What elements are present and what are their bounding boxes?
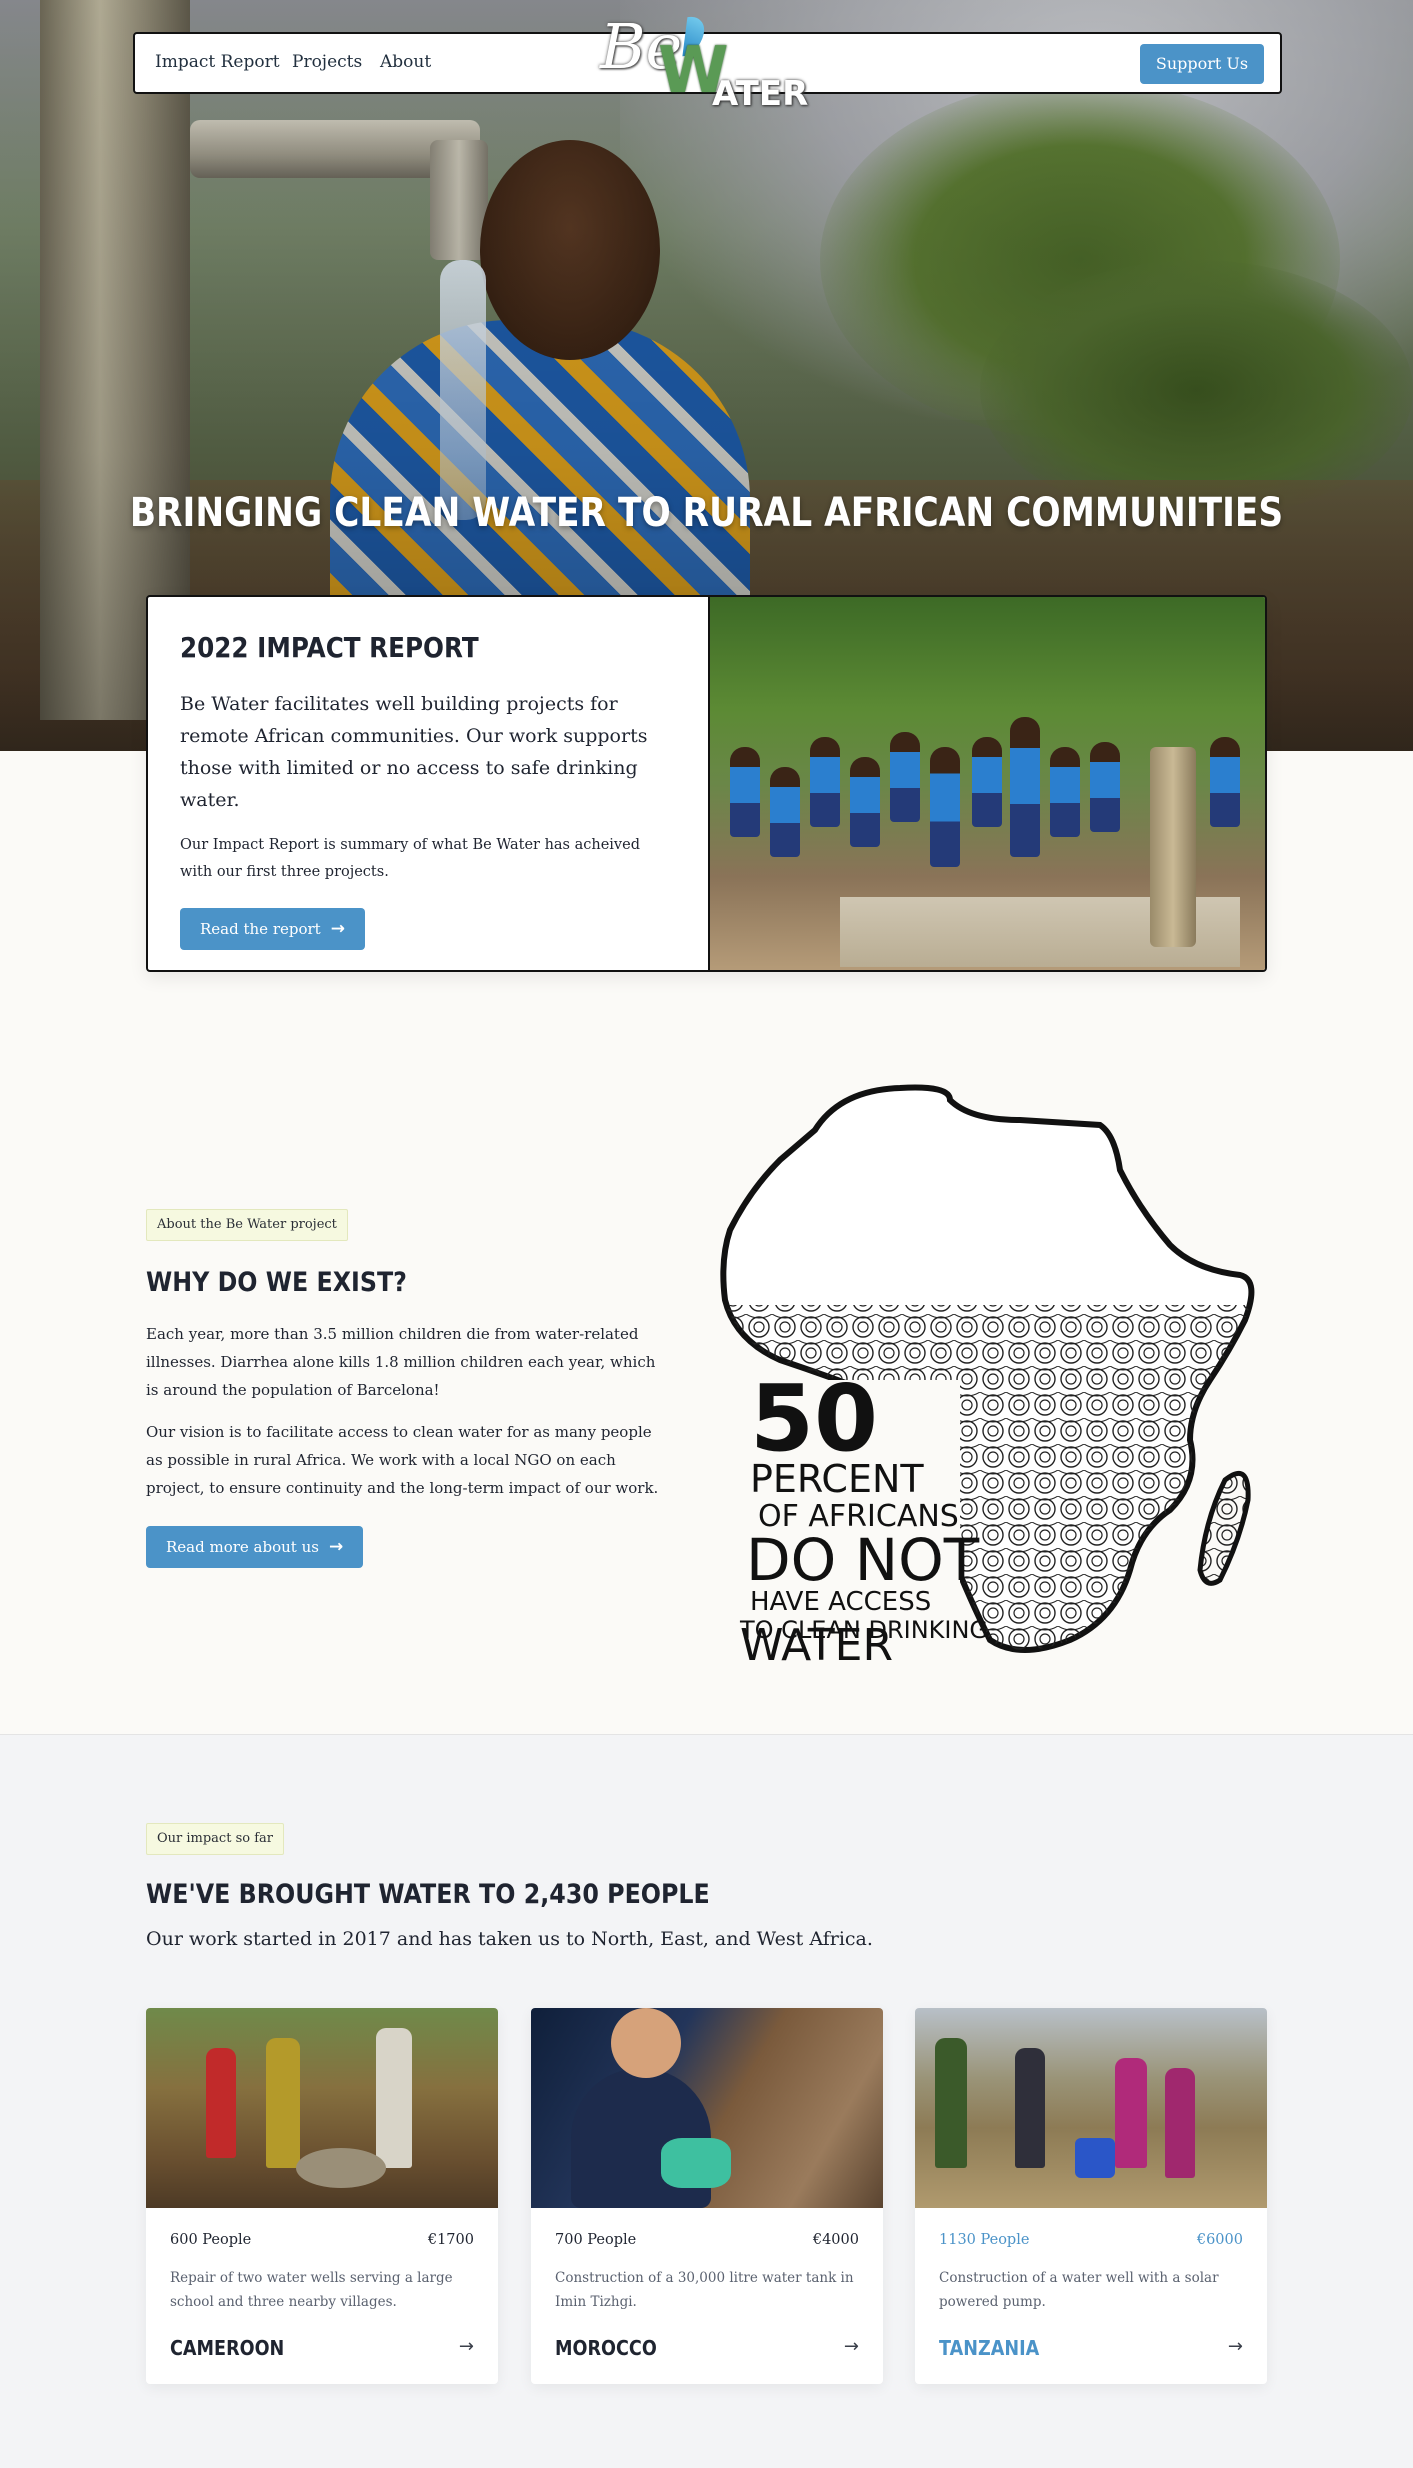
hero-title: BRINGING CLEAN WATER TO RURAL AFRICAN CO… (129, 490, 1284, 536)
nav-link-projects[interactable]: Projects (292, 52, 362, 72)
photo-child (850, 757, 880, 847)
logo-ater: ATER (712, 74, 809, 114)
project-card-cameroon[interactable]: 600 People €1700 Repair of two water wel… (146, 2008, 498, 2384)
impact-summary: Our impact so far WE'VE BROUGHT WATER TO… (146, 1823, 1267, 1950)
photo-person (1165, 2068, 1195, 2178)
project-cost: €4000 (812, 2232, 859, 2248)
be-water-logo[interactable]: Be W ATER (600, 10, 810, 120)
impact-report-lead: Be Water facilitates well building proje… (180, 693, 648, 811)
project-description: Construction of a water well with a sola… (939, 2270, 1219, 2310)
photo-child (890, 732, 920, 822)
nav-link-about[interactable]: About (380, 52, 431, 72)
arrow-right-icon: → (458, 2336, 474, 2357)
africa-illustration: 50 PERCENT OF AFRICANS DO NOT HAVE ACCES… (720, 1084, 1255, 1665)
about-heading: WHY DO WE EXIST? (146, 1267, 407, 1298)
arrow-right-icon: → (1227, 2336, 1243, 2357)
photo-child (730, 747, 760, 837)
project-meta: 600 People €1700 (170, 2232, 474, 2248)
impact-subtitle: Our work started in 2017 and has taken u… (146, 1928, 873, 1950)
read-more-about-button[interactable]: Read more about us → (146, 1526, 364, 1568)
project-photo (915, 2008, 1267, 2208)
project-card-morocco[interactable]: 700 People €4000 Construction of a 30,00… (531, 2008, 883, 2384)
illustration-text: DO NOT (746, 1526, 980, 1594)
read-report-button[interactable]: Read the report → (180, 908, 365, 950)
project-cost: €1700 (427, 2232, 474, 2248)
arrow-right-icon: → (843, 2336, 859, 2357)
illustration-text: HAVE ACCESS (750, 1587, 931, 1617)
about-paragraph: Our vision is to facilitate access to cl… (146, 1423, 659, 1497)
photo-hand-pump (1150, 747, 1196, 947)
project-cost: €6000 (1196, 2232, 1243, 2248)
about-paragraph: Each year, more than 3.5 million childre… (146, 1325, 656, 1399)
photo-well (296, 2148, 386, 2188)
impact-report-text: 2022 IMPACT REPORT Be Water facilitates … (148, 597, 708, 970)
impact-report-card: 2022 IMPACT REPORT Be Water facilitates … (146, 595, 1267, 972)
project-meta: 1130 People €6000 (939, 2232, 1243, 2248)
photo-person (1115, 2058, 1147, 2168)
project-cards: 600 People €1700 Repair of two water wel… (146, 2008, 1267, 2384)
impact-heading: WE'VE BROUGHT WATER TO 2,430 PEOPLE (146, 1879, 710, 1910)
photo-child (972, 737, 1002, 827)
photo-person (1015, 2048, 1045, 2168)
photo-volunteer (611, 2008, 681, 2078)
photo-bucket (661, 2138, 731, 2188)
project-card-tanzania[interactable]: 1130 People €6000 Construction of a wate… (915, 2008, 1267, 2384)
photo-child (1050, 747, 1080, 837)
project-people: 700 People (555, 2232, 637, 2248)
photo-child (810, 737, 840, 827)
project-description: Construction of a 30,000 litre water tan… (555, 2270, 854, 2310)
illustration-text: PERCENT (750, 1457, 924, 1501)
impact-report-summary: Our Impact Report is summary of what Be … (180, 837, 640, 880)
photo-worker (206, 2048, 236, 2158)
photo-worker (266, 2038, 300, 2168)
photo-child (930, 747, 960, 867)
photo-child (1010, 717, 1040, 857)
arrow-right-icon: → (328, 1537, 344, 1557)
project-photo (531, 2008, 883, 2208)
project-photo (146, 2008, 498, 2208)
about-section: About the Be Water project WHY DO WE EXI… (146, 1209, 666, 1568)
project-people: 600 People (170, 2232, 252, 2248)
project-description: Repair of two water wells serving a larg… (170, 2270, 453, 2310)
project-country: CAMEROON (170, 2336, 285, 2360)
about-tag: About the Be Water project (146, 1209, 348, 1241)
madagascar-outline (1197, 1470, 1251, 1586)
photo-child (1090, 742, 1120, 832)
photo-bucket (1075, 2138, 1115, 2178)
illustration-text: 50 (750, 1365, 878, 1472)
photo-worker (376, 2028, 412, 2168)
photo-person (935, 2038, 967, 2168)
impact-tag: Our impact so far (146, 1823, 284, 1855)
illustration-text: WATER (740, 1620, 893, 1665)
photo-child (1210, 737, 1240, 827)
arrow-right-icon: → (330, 919, 345, 939)
project-people: 1130 People (939, 2232, 1030, 2248)
read-more-about-label: Read more about us (166, 1538, 319, 1556)
nav-link-impact-report[interactable]: Impact Report (155, 52, 280, 72)
project-meta: 700 People €4000 (555, 2232, 859, 2248)
impact-report-photo (708, 597, 1265, 970)
impact-report-title: 2022 IMPACT REPORT (180, 631, 479, 664)
project-country: TANZANIA (939, 2336, 1040, 2360)
support-us-button[interactable]: Support Us (1140, 44, 1264, 84)
photo-child (770, 767, 800, 857)
read-report-label: Read the report (200, 920, 321, 938)
project-country: MOROCCO (555, 2336, 657, 2360)
